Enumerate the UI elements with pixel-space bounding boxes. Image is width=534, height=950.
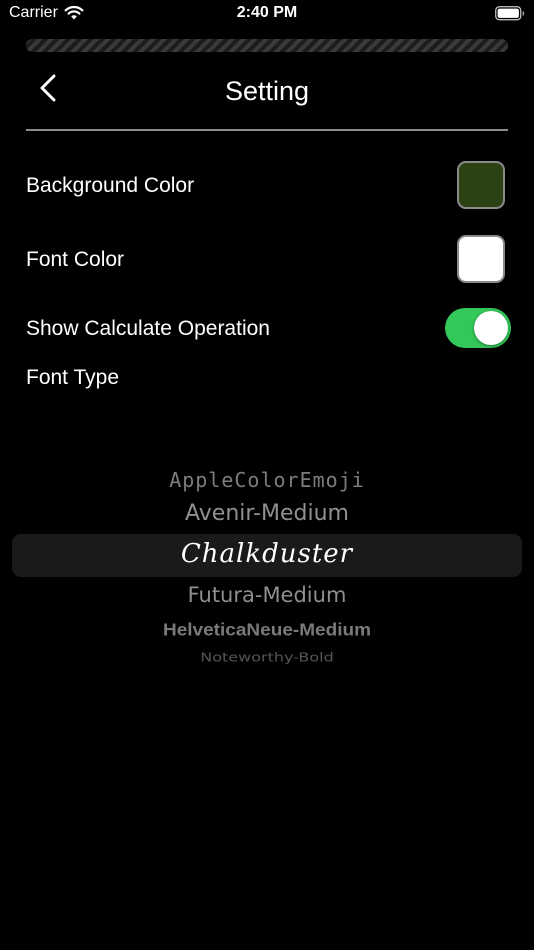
status-bar: Carrier 2:40 PM xyxy=(0,0,534,30)
picker-option[interactable]: AppleColorEmoji xyxy=(0,468,534,492)
toggle-knob xyxy=(474,311,508,345)
show-calculate-operation-toggle[interactable] xyxy=(445,308,511,348)
status-time: 2:40 PM xyxy=(236,4,298,21)
page-title: Setting xyxy=(224,76,310,106)
decorative-hatch-strip xyxy=(26,39,508,52)
picker-option[interactable]: Avenir-Medium xyxy=(0,501,534,526)
picker-option-selected[interactable]: Chalkduster xyxy=(0,539,534,569)
font-color-label: Font Color xyxy=(26,248,125,271)
header-divider xyxy=(26,129,508,131)
picker-option[interactable]: Noteworthy-Bold xyxy=(0,650,534,664)
font-color-swatch[interactable] xyxy=(457,235,505,283)
background-color-swatch[interactable] xyxy=(457,161,505,209)
font-type-label: Font Type xyxy=(26,366,120,389)
picker-option[interactable]: HelveticaNeue-Medium xyxy=(0,621,534,641)
show-calculate-operation-label: Show Calculate Operation xyxy=(26,317,270,340)
font-type-picker[interactable]: AppleColorEmoji Avenir-Medium Chalkduste… xyxy=(0,460,534,670)
background-color-label: Background Color xyxy=(26,174,195,197)
battery-icon xyxy=(495,6,525,21)
picker-option[interactable]: Futura-Medium xyxy=(0,583,534,607)
